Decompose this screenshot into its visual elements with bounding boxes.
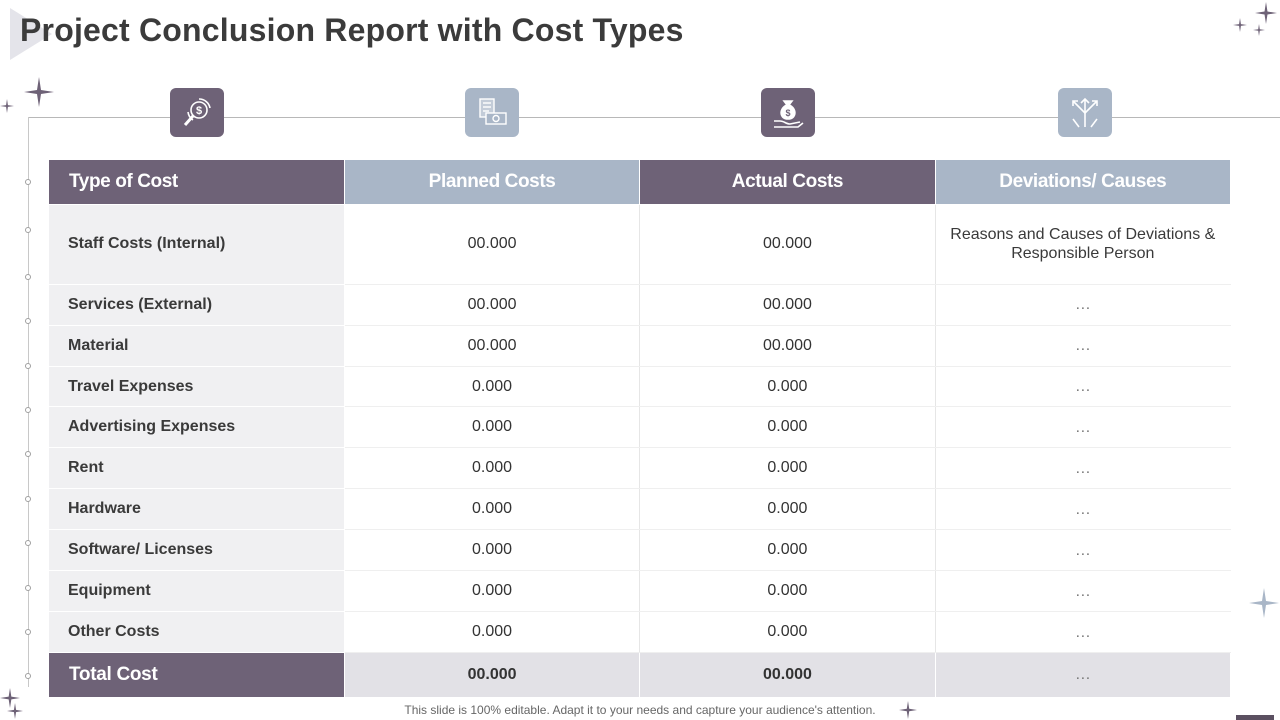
planned-cost-cell: 0.000 — [344, 488, 641, 531]
table-row: Advertising Expenses 0.000 0.000 … — [49, 406, 1232, 449]
timeline-dot — [25, 673, 31, 679]
table-row: Other Costs 0.000 0.000 … — [49, 611, 1232, 653]
table-row: Hardware 0.000 0.000 … — [49, 488, 1232, 531]
actual-cost-cell: 00.000 — [639, 284, 936, 326]
planned-cost-cell: 0.000 — [344, 570, 641, 613]
cost-type-cell: Equipment — [49, 570, 345, 613]
sparkle-icon — [1253, 24, 1265, 36]
table-row: Rent 0.000 0.000 … — [49, 447, 1232, 490]
actual-cost-cell: 0.000 — [639, 529, 936, 572]
deviation-cell: … — [935, 406, 1232, 449]
svg-text:$: $ — [785, 108, 790, 118]
cost-type-cell: Hardware — [49, 488, 345, 531]
cost-type-cell: Services (External) — [49, 284, 345, 326]
header-deviations-causes: Deviations/ Causes — [935, 160, 1232, 205]
cost-type-cell: Rent — [49, 447, 345, 490]
total-row: Total Cost 00.000 00.000 … — [49, 652, 1232, 698]
invoice-cash-icon — [465, 88, 519, 137]
actual-cost-cell: 0.000 — [639, 366, 936, 408]
deviation-cell: … — [935, 366, 1232, 408]
timeline-dot — [25, 318, 31, 324]
table-row: Travel Expenses 0.000 0.000 … — [49, 366, 1232, 408]
cost-type-cell: Travel Expenses — [49, 366, 345, 408]
planned-cost-cell: 00.000 — [344, 325, 641, 367]
deviation-cell: … — [935, 529, 1232, 572]
deviation-cell: Reasons and Causes of Deviations & Respo… — [935, 204, 1232, 285]
actual-cost-cell: 0.000 — [639, 570, 936, 613]
table-row: Staff Costs (Internal) 00.000 00.000 Rea… — [49, 204, 1232, 285]
timeline-dot — [25, 629, 31, 635]
sparkle-icon — [0, 99, 14, 113]
svg-text:$: $ — [196, 105, 202, 117]
sparkle-icon — [1255, 2, 1277, 24]
total-planned-cell: 00.000 — [344, 652, 641, 698]
deviation-cell: … — [935, 488, 1232, 531]
sparkle-icon — [1233, 18, 1247, 32]
money-search-icon: $ — [170, 88, 224, 137]
header-planned-costs: Planned Costs — [344, 160, 641, 205]
actual-cost-cell: 0.000 — [639, 611, 936, 653]
planned-cost-cell: 0.000 — [344, 366, 641, 408]
actual-cost-cell: 0.000 — [639, 406, 936, 449]
footer-note: This slide is 100% editable. Adapt it to… — [404, 703, 876, 717]
planned-cost-cell: 0.000 — [344, 406, 641, 449]
total-cost-label: Total Cost — [49, 652, 345, 698]
total-actual-cell: 00.000 — [639, 652, 936, 698]
timeline-dot — [25, 585, 31, 591]
money-bag-hand-icon: $ — [761, 88, 815, 137]
cost-type-cell: Software/ Licenses — [49, 529, 345, 572]
timeline-dot — [25, 496, 31, 502]
deviation-cell: … — [935, 325, 1232, 367]
table-row: Services (External) 00.000 00.000 … — [49, 284, 1232, 326]
timeline-dot — [25, 451, 31, 457]
planned-cost-cell: 00.000 — [344, 284, 641, 326]
timeline-dot — [25, 540, 31, 546]
total-deviation-cell: … — [935, 652, 1232, 698]
deviation-cell: … — [935, 570, 1232, 613]
corner-bar-decoration — [1236, 715, 1274, 720]
table-row: Equipment 0.000 0.000 … — [49, 570, 1232, 613]
sparkle-icon — [1249, 588, 1279, 618]
planned-cost-cell: 00.000 — [344, 204, 641, 285]
cost-type-cell: Staff Costs (Internal) — [49, 204, 345, 285]
timeline-dot — [25, 274, 31, 280]
table-row: Software/ Licenses 0.000 0.000 … — [49, 529, 1232, 572]
table-header-row: Type of Cost Planned Costs Actual Costs … — [49, 160, 1232, 205]
planned-cost-cell: 0.000 — [344, 447, 641, 490]
timeline-dot — [25, 363, 31, 369]
timeline-dot — [25, 227, 31, 233]
cost-table: Type of Cost Planned Costs Actual Costs … — [49, 160, 1232, 698]
sparkle-icon — [24, 77, 54, 107]
actual-cost-cell: 00.000 — [639, 204, 936, 285]
deviation-cell: … — [935, 611, 1232, 653]
cost-type-cell: Other Costs — [49, 611, 345, 653]
cost-type-cell: Advertising Expenses — [49, 406, 345, 449]
deviation-cell: … — [935, 447, 1232, 490]
page-title: Project Conclusion Report with Cost Type… — [20, 12, 684, 48]
actual-cost-cell: 0.000 — [639, 447, 936, 490]
header-type-of-cost: Type of Cost — [49, 160, 345, 205]
timeline-dot — [25, 407, 31, 413]
table-row: Material 00.000 00.000 … — [49, 325, 1232, 367]
timeline-vertical-line — [28, 117, 29, 687]
actual-cost-cell: 00.000 — [639, 325, 936, 367]
header-actual-costs: Actual Costs — [639, 160, 936, 205]
actual-cost-cell: 0.000 — [639, 488, 936, 531]
diverging-arrows-icon — [1058, 88, 1112, 137]
planned-cost-cell: 0.000 — [344, 611, 641, 653]
timeline-dot — [25, 179, 31, 185]
planned-cost-cell: 0.000 — [344, 529, 641, 572]
deviation-cell: … — [935, 284, 1232, 326]
cost-type-cell: Material — [49, 325, 345, 367]
